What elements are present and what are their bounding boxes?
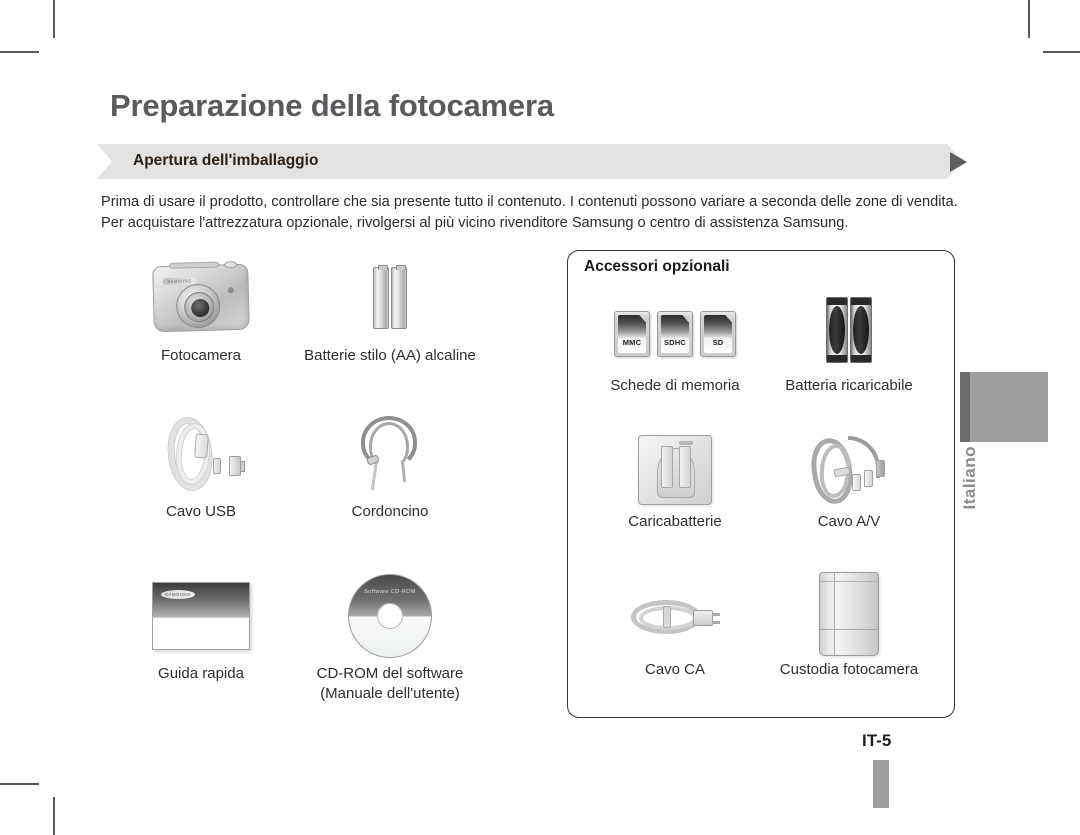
- crop-mark-top-right-horizontal: [1043, 51, 1080, 53]
- page-number: IT-5: [862, 731, 892, 750]
- crop-mark-top-left-vertical: [53, 0, 55, 38]
- item-caption: Cordoncino: [351, 503, 429, 520]
- item-caption: Fotocamera: [160, 347, 242, 364]
- cd-label: Software CD-ROM: [364, 589, 416, 595]
- crop-mark-top-left-horizontal: [0, 51, 39, 53]
- memory-card-sdhc: SDHC: [657, 311, 693, 357]
- item-cd-rom-software: Software CD-ROM CD-ROM del software (Man…: [294, 568, 486, 704]
- battery-charger-icon: [600, 428, 750, 512]
- memory-card-label: SD: [712, 338, 724, 347]
- item-caption: Cavo CA: [644, 661, 706, 678]
- item-caricabatterie: Caricabatterie: [600, 428, 750, 532]
- wrist-strap-icon: [294, 406, 486, 502]
- item-caption: Cavo A/V: [817, 513, 881, 530]
- rechargeable-battery-icon: [772, 284, 926, 376]
- item-caption: Custodia fotocamera: [779, 661, 919, 678]
- item-cordoncino: Cordoncino: [294, 406, 486, 522]
- item-guida-rapida: SAMSUNG Guida rapida: [140, 568, 262, 684]
- item-fotocamera: SAMSUNG Fotocamera: [140, 250, 262, 366]
- item-caption: Cavo USB: [165, 503, 237, 520]
- item-batteria-ricaricabile: Batteria ricaricabile: [772, 284, 926, 396]
- item-caption: Batterie stilo (AA) alcaline: [304, 347, 476, 364]
- item-caption: Caricabatterie: [628, 513, 722, 530]
- memory-card-label: SDHC: [663, 338, 687, 347]
- item-caption-2: (Manuale dell'utente): [320, 685, 460, 702]
- camera-case-icon: [772, 568, 926, 660]
- memory-card-sd: SD: [700, 311, 736, 357]
- item-cavo-av: Cavo A/V: [772, 428, 926, 532]
- item-custodia-fotocamera: Custodia fotocamera: [772, 568, 926, 680]
- usb-cable-icon: [140, 406, 262, 502]
- software-cd-icon: Software CD-ROM: [294, 568, 486, 664]
- optional-accessories-title: Accessori opzionali: [584, 258, 730, 275]
- language-tab-edge: [960, 372, 970, 442]
- av-cable-icon: [772, 428, 926, 512]
- crop-mark-bottom-left-horizontal: [0, 783, 39, 785]
- booklet-brand-logo: SAMSUNG: [161, 590, 195, 599]
- item-cavo-usb: Cavo USB: [140, 406, 262, 522]
- crop-mark-bottom-left-vertical: [53, 797, 55, 835]
- item-schede-di-memoria: MMC SDHC SD Schede di memoria: [600, 292, 750, 396]
- memory-card-mmc: MMC: [614, 311, 650, 357]
- quick-guide-booklet-icon: SAMSUNG: [140, 568, 262, 664]
- section-header-label: Apertura dell'imballaggio: [133, 152, 319, 169]
- memory-card-label: MMC: [622, 338, 642, 347]
- page-title: Preparazione della fotocamera: [110, 88, 554, 123]
- item-cavo-ca: Cavo CA: [600, 578, 750, 680]
- item-caption: Guida rapida: [158, 665, 244, 682]
- intro-paragraph: Prima di usare il prodotto, controllare …: [101, 194, 958, 231]
- item-batterie-stilo: Batterie stilo (AA) alcaline: [294, 250, 486, 366]
- item-caption: Schede di memoria: [610, 377, 740, 394]
- language-tab-label: Italiano: [960, 446, 979, 510]
- item-caption: Batteria ricaricabile: [785, 377, 913, 394]
- ac-power-cable-icon: [600, 578, 750, 660]
- page-number-bar: [873, 760, 889, 808]
- play-triangle-icon: [950, 152, 967, 172]
- aa-batteries-icon: [294, 250, 486, 346]
- item-caption: CD-ROM del software: [316, 665, 464, 682]
- camera-icon: SAMSUNG: [140, 250, 262, 346]
- language-tab: [960, 372, 1048, 442]
- crop-mark-top-right-vertical: [1028, 0, 1030, 38]
- memory-cards-icon: MMC SDHC SD: [600, 292, 750, 376]
